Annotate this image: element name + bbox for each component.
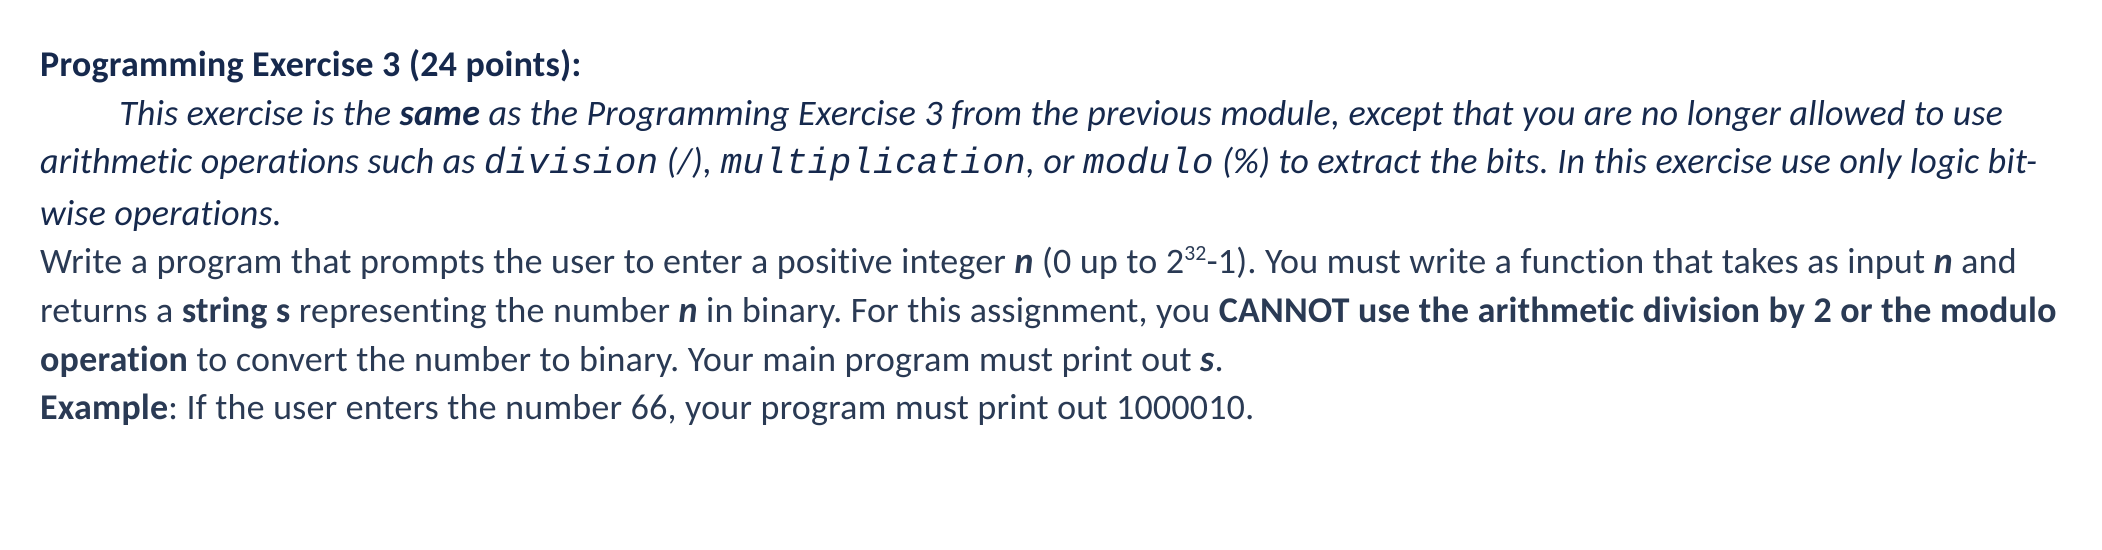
body-s1g: to convert the number to binary. Your ma…	[188, 337, 1200, 381]
intro-or: , or	[1026, 139, 1083, 183]
body-s1h: .	[1214, 337, 1223, 381]
code-modulo: modulo	[1083, 143, 1214, 184]
body-s1c: -1). You must write a function that take…	[1207, 239, 1934, 283]
var-n-3: n	[678, 288, 697, 332]
intro-div-sym: (/),	[658, 139, 720, 183]
intro-lead: This exercise is the	[119, 91, 399, 135]
code-division: division	[484, 143, 658, 184]
body-s1a: Write a program that prompts the user to…	[40, 239, 1014, 283]
body-s1b: (0 up to 2	[1034, 239, 1185, 283]
var-n-1: n	[1014, 239, 1033, 283]
var-s: s	[1200, 337, 1214, 381]
example-text: : If the user enters the number 66, your…	[168, 385, 1254, 429]
intro-paragraph: This exercise is the same as the Program…	[40, 91, 2037, 235]
string-s: string s	[182, 288, 291, 332]
exercise-text-block: Programming Exercise 3 (24 points): This…	[40, 40, 2062, 432]
body-s1e: representing the number	[290, 288, 678, 332]
var-n-2: n	[1934, 239, 1953, 283]
intro-same: same	[400, 91, 481, 135]
example-label: Example	[40, 385, 168, 429]
body-s1f: in binary. For this assignment, you	[698, 288, 1219, 332]
exercise-heading: Programming Exercise 3 (24 points):	[40, 42, 582, 86]
exponent-32: 32	[1184, 239, 1206, 266]
code-multiplication: multiplication	[721, 143, 1026, 184]
